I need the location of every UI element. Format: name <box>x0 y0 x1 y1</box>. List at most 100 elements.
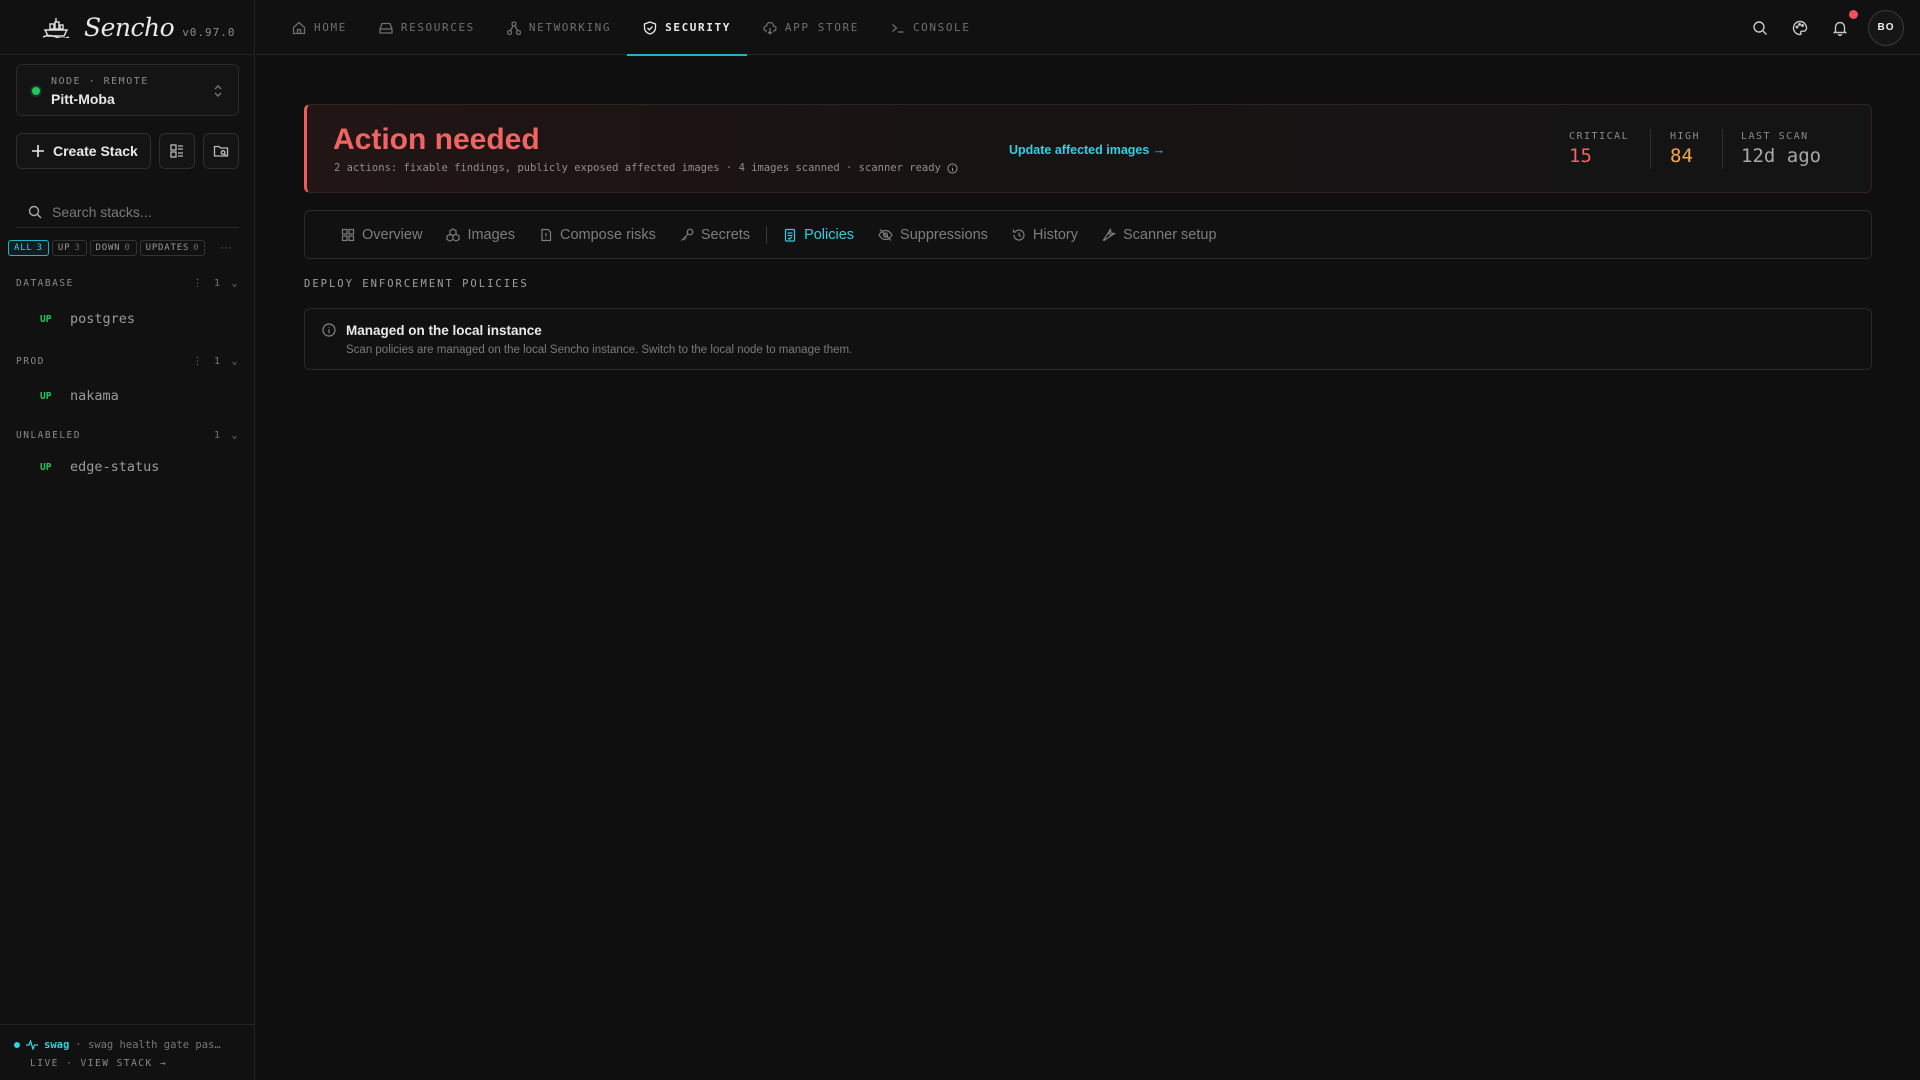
group-header-prod[interactable]: PROD ⋮ 1 ⌄ <box>16 354 239 368</box>
stack-name: postgres <box>70 311 136 327</box>
clipboard-check-icon <box>783 228 797 242</box>
stack-name: edge-status <box>70 459 160 475</box>
subtab-scanner-setup[interactable]: Scanner setup <box>1090 211 1229 259</box>
ship-logo-icon <box>42 16 70 38</box>
activity-row: swag · swag health gate pas… <box>14 1039 244 1051</box>
tab-security[interactable]: SECURITY <box>627 0 747 56</box>
node-selector[interactable]: NODE · REMOTE Pitt-Moba <box>16 64 239 116</box>
home-icon <box>292 21 306 35</box>
chevron-down-icon: ⌄ <box>231 355 239 367</box>
filter-down[interactable]: DOWN 0 <box>89 240 137 256</box>
security-subtabs: Overview Images Compose risks Secrets Po… <box>304 210 1872 259</box>
stack-item[interactable]: UP edge-status <box>16 455 239 479</box>
history-icon <box>1012 228 1026 242</box>
update-affected-images-link[interactable]: Update affected images → <box>1009 143 1165 157</box>
stack-item[interactable]: UP nakama <box>16 384 239 408</box>
group-header-unlabeled[interactable]: UNLABELED 1 ⌄ <box>16 428 239 442</box>
nav-tabs: HOME RESOURCES NETWORKING SECURITY APP S… <box>276 0 987 56</box>
view-stack-link[interactable]: LIVE · VIEW STACK → <box>30 1058 167 1069</box>
search-input[interactable] <box>52 203 232 220</box>
tab-networking[interactable]: NETWORKING <box>491 0 627 55</box>
chevron-down-icon: ⌄ <box>231 277 239 289</box>
subtab-history[interactable]: History <box>1000 211 1090 259</box>
stack-search <box>16 196 239 228</box>
subtab-divider <box>766 225 768 244</box>
activity-footer: swag · swag health gate pas… LIVE · VIEW… <box>0 1024 255 1080</box>
tab-home[interactable]: HOME <box>276 0 363 55</box>
avatar[interactable]: BO <box>1868 9 1904 46</box>
hard-drive-icon <box>379 21 393 35</box>
import-folder-button[interactable] <box>203 133 239 169</box>
search-icon[interactable] <box>1750 18 1770 38</box>
stat-divider <box>1650 129 1651 169</box>
info-title: Managed on the local instance <box>346 323 542 338</box>
filter-all[interactable]: ALL 3 <box>8 240 49 256</box>
chevron-down-icon: ⌄ <box>231 429 239 441</box>
kebab-menu-icon[interactable]: ⋮ <box>192 278 204 289</box>
stack-status: UP <box>40 461 52 473</box>
filter-updates[interactable]: UPDATES 0 <box>139 240 206 256</box>
live-dot <box>14 1042 20 1048</box>
stack-name: nakama <box>70 388 119 404</box>
info-icon <box>322 323 336 337</box>
pulse-icon <box>26 1040 38 1050</box>
filter-up[interactable]: UP 3 <box>51 240 87 256</box>
banner-title: Action needed <box>333 123 540 156</box>
terminal-icon <box>891 21 905 35</box>
app-version: v0.97.0 <box>182 25 236 39</box>
notification-badge <box>1849 9 1858 19</box>
file-alert-icon <box>539 228 553 242</box>
list-grid-icon <box>169 143 185 159</box>
key-icon <box>680 228 694 242</box>
subtab-images[interactable]: Images <box>434 211 527 259</box>
subtab-policies[interactable]: Policies <box>771 211 866 259</box>
stat-critical: CRITICAL 15 <box>1569 131 1630 167</box>
create-stack-button[interactable]: Create Stack <box>16 133 151 169</box>
info-card: Managed on the local instance Scan polic… <box>304 308 1872 370</box>
nav-actions: BO <box>1750 0 1904 55</box>
boxes-icon <box>446 227 461 242</box>
subtab-secrets[interactable]: Secrets <box>668 211 762 259</box>
brand[interactable]: Sencho v0.97.0 <box>0 0 254 55</box>
status-filters: ALL 3 UP 3 DOWN 0 UPDATES 0 ··· <box>8 240 231 256</box>
stack-item[interactable]: UP postgres <box>16 307 239 331</box>
eye-off-icon <box>878 228 893 242</box>
node-name: Pitt-Moba <box>51 91 115 107</box>
cloud-download-icon <box>763 21 777 35</box>
tab-console[interactable]: CONSOLE <box>875 0 987 55</box>
tab-resources[interactable]: RESOURCES <box>363 0 491 55</box>
section-title: DEPLOY ENFORCEMENT POLICIES <box>304 278 529 290</box>
subtab-overview[interactable]: Overview <box>329 211 434 259</box>
search-icon <box>28 205 42 219</box>
node-status-dot <box>32 87 40 95</box>
palette-icon[interactable] <box>1790 18 1810 38</box>
stack-status: UP <box>40 390 52 402</box>
sidebar: Sencho v0.97.0 NODE · REMOTE Pitt-Moba C… <box>0 0 255 1080</box>
plus-icon <box>31 144 45 158</box>
stat-divider <box>1722 129 1723 169</box>
kebab-menu-icon[interactable]: ⋮ <box>192 356 204 367</box>
group-header-database[interactable]: DATABASE ⋮ 1 ⌄ <box>16 276 239 290</box>
bell-icon[interactable] <box>1830 9 1858 38</box>
banner-subtitle: 2 actions: fixable findings, publicly ex… <box>334 162 958 174</box>
chevron-up-down-icon <box>212 83 224 99</box>
wrench-icon <box>1102 227 1116 242</box>
subtab-suppressions[interactable]: Suppressions <box>866 211 1000 259</box>
bulk-view-button[interactable] <box>159 133 195 169</box>
folder-search-icon <box>213 143 229 159</box>
app-name: Sencho <box>84 12 175 42</box>
info-icon[interactable] <box>947 162 958 174</box>
network-icon <box>506 20 521 35</box>
grid-icon <box>341 228 355 242</box>
shield-check-icon <box>643 20 657 35</box>
top-nav: HOME RESOURCES NETWORKING SECURITY APP S… <box>256 0 1920 56</box>
activity-message: · swag health gate pas… <box>75 1039 221 1051</box>
node-meta: NODE · REMOTE <box>51 76 149 87</box>
tab-app-store[interactable]: APP STORE <box>747 0 875 55</box>
filters-more-icon[interactable]: ··· <box>220 242 231 254</box>
stat-high: HIGH 84 <box>1670 131 1701 167</box>
create-stack-label: Create Stack <box>53 143 138 159</box>
subtab-compose-risks[interactable]: Compose risks <box>527 211 668 259</box>
stat-last-scan: LAST SCAN 12d ago <box>1741 131 1822 167</box>
activity-stack: swag <box>44 1039 70 1051</box>
